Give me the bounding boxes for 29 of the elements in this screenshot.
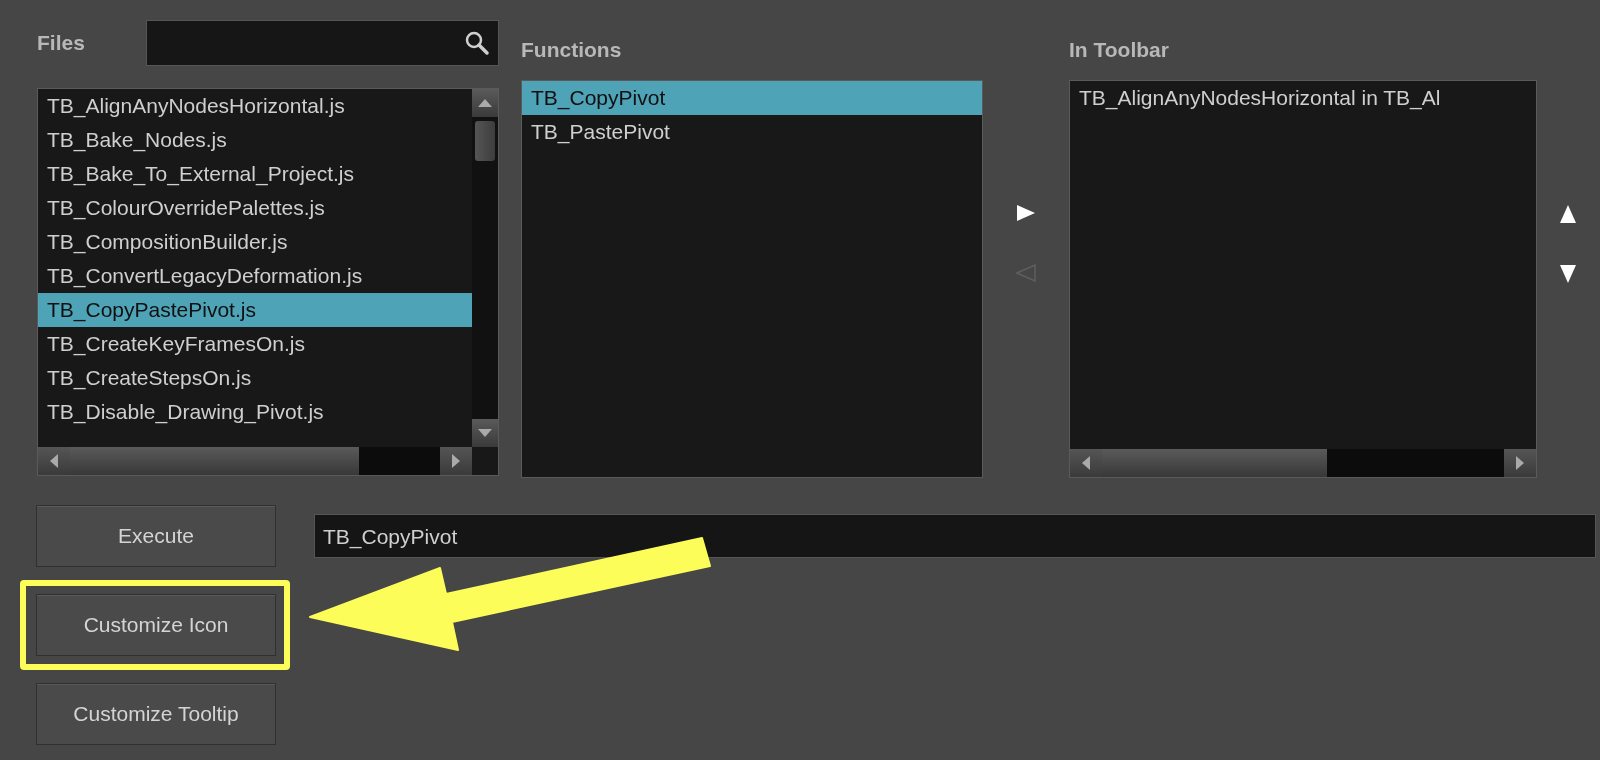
search-icon [464,30,490,56]
horizontal-scrollbar[interactable] [38,447,472,475]
function-item[interactable]: TB_CopyPivot [522,81,982,115]
files-label: Files [37,31,86,55]
horizontal-scrollbar[interactable] [1070,449,1536,477]
right-triangle-icon[interactable] [1016,204,1036,222]
file-item[interactable]: TB_AlignAnyNodesHorizontal.js [38,89,472,123]
function-name-field[interactable]: TB_CopyPivot [314,514,1596,558]
search-field[interactable] [145,20,499,66]
file-item[interactable]: TB_Bake_Nodes.js [38,123,472,157]
left-triangle-icon[interactable] [1016,264,1036,282]
action-button[interactable]: Customize Tooltip [36,683,276,745]
file-item[interactable]: TB_CompositionBuilder.js [38,225,472,259]
file-item[interactable]: TB_CopyPastePivot.js [38,293,472,327]
file-item[interactable]: TB_CreateKeyFramesOn.js [38,327,472,361]
up-triangle-icon[interactable] [1559,204,1577,224]
down-triangle-icon[interactable] [1559,264,1577,284]
file-item[interactable]: TB_ColourOverridePalettes.js [38,191,472,225]
file-item[interactable]: TB_CreateStepsOn.js [38,361,472,395]
file-item[interactable]: TB_Bake_To_External_Project.js [38,157,472,191]
action-button[interactable]: Execute [36,505,276,567]
toolbar-item[interactable]: TB_AlignAnyNodesHorizontal in TB_Al [1070,81,1536,115]
function-item[interactable]: TB_PastePivot [522,115,982,149]
functions-label: Functions [521,38,622,62]
file-item[interactable]: TB_ConvertLegacyDeformation.js [38,259,472,293]
in-toolbar-label: In Toolbar [1069,38,1169,62]
customize-button[interactable]: Customize Icon [36,594,276,656]
vertical-scrollbar[interactable] [472,89,498,447]
file-item[interactable]: TB_Disable_Drawing_Pivot.js [38,395,472,429]
